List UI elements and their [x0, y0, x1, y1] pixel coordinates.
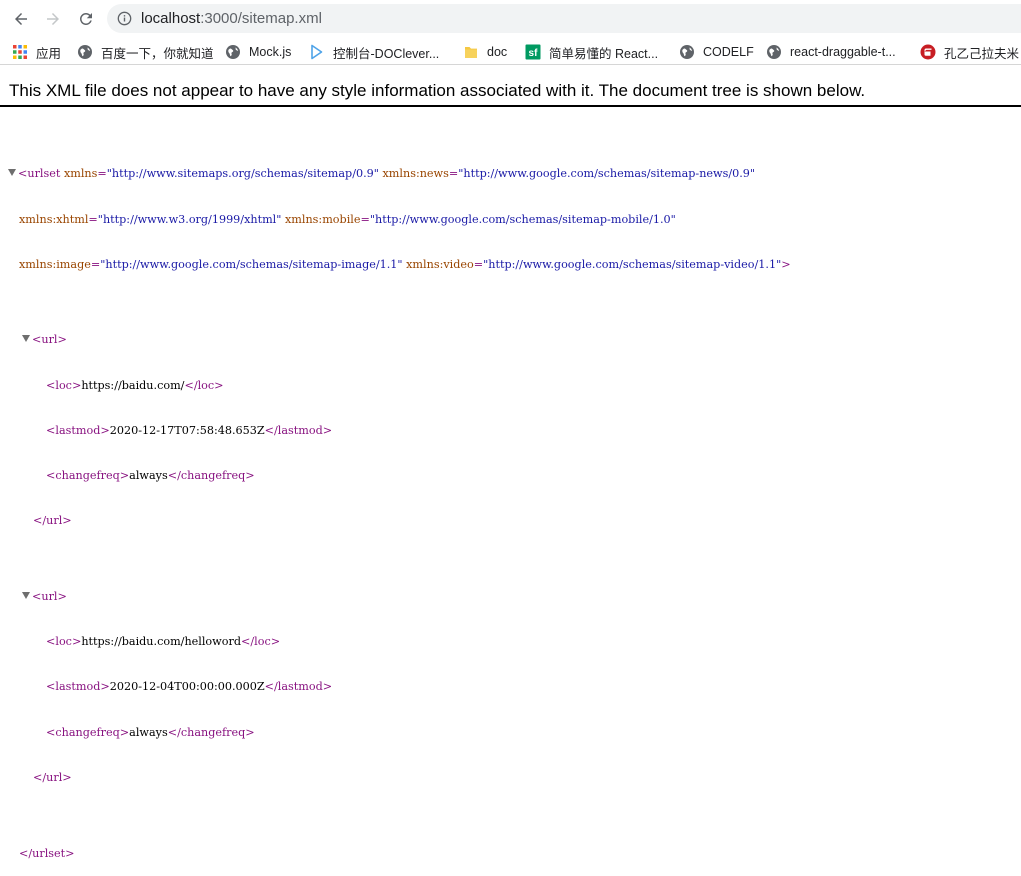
svg-text:sf: sf	[529, 48, 539, 59]
bookmark-react-draggable[interactable]: react-draggable-t...	[766, 42, 896, 62]
info-icon[interactable]	[117, 11, 132, 26]
url-close-line: </url>	[33, 771, 72, 785]
forward-button[interactable]	[41, 7, 65, 31]
xml-tag: <urlset	[18, 167, 61, 181]
xml-attr-value: "http://www.google.com/schemas/sitemap-n…	[458, 167, 756, 181]
xml-attr-value: "http://www.google.com/schemas/sitemap-v…	[483, 257, 782, 271]
loc-value: https://baidu.com/	[81, 378, 185, 392]
globe-icon	[766, 44, 782, 60]
browser-toolbar: localhost:3000/sitemap.xml	[0, 0, 1021, 38]
lastmod-value: 2020-12-04T00:00:00.000Z	[109, 680, 265, 694]
apps-grid-icon	[12, 44, 28, 60]
reload-icon	[79, 12, 92, 25]
bookmark-label: 应用	[36, 46, 62, 61]
url-close-line: </url>	[33, 514, 72, 528]
xml-attr: xmlns:news	[382, 167, 449, 181]
bookmark-react-article[interactable]: sf 简单易懂的 React...	[525, 42, 658, 62]
bookmark-apps[interactable]: 应用	[12, 42, 61, 62]
bookmark-label: react-draggable-t...	[790, 45, 896, 59]
bookmark-label: 孔乙己拉夫米	[944, 46, 1020, 61]
bookmark-doclever[interactable]: 控制台-DOClever...	[309, 42, 439, 62]
collapse-triangle-icon[interactable]	[22, 335, 30, 343]
bookmark-gitee[interactable]: 孔乙己拉夫米	[920, 42, 1019, 62]
changefreq-value: always	[129, 469, 168, 483]
bookmark-baidu[interactable]: 百度一下，你就知道	[77, 42, 214, 62]
bookmark-doc[interactable]: doc	[463, 42, 507, 62]
collapse-triangle-icon[interactable]	[22, 591, 30, 599]
xml-attr-value: "http://www.google.com/schemas/sitemap-i…	[100, 257, 403, 271]
bookmark-codelf[interactable]: CODELF	[679, 42, 754, 62]
xml-attr: xmlns	[63, 167, 98, 181]
lastmod-line: <lastmod>2020-12-04T00:00:00.000Z</lastm…	[46, 680, 333, 694]
urlset-open-line: <urlset xmlns="http://www.sitemaps.org/s…	[0, 166, 1021, 181]
xml-attr-value: "http://www.google.com/schemas/sitemap-m…	[369, 212, 676, 226]
bookmarks-bar: 应用 百度一下，你就知道 Mock.js 控制台-DOClever... doc…	[0, 38, 1021, 65]
url-open-line: <url>	[0, 332, 1021, 347]
back-button[interactable]	[9, 7, 33, 31]
gitee-icon	[920, 44, 936, 60]
doclever-icon	[309, 44, 325, 60]
arrow-left-icon	[15, 13, 27, 25]
url-text[interactable]: localhost:3000/sitemap.xml	[141, 9, 322, 28]
xml-attr: xmlns:image	[19, 257, 91, 271]
changefreq-line: <changefreq>always</changefreq>	[46, 469, 255, 483]
xml-attr-value: "http://www.sitemaps.org/schemas/sitemap…	[106, 167, 379, 181]
arrow-right-icon	[47, 13, 59, 25]
urlset-close-line: </urlset>	[19, 846, 75, 860]
loc-line: <loc>https://baidu.com/helloword</loc>	[46, 635, 281, 649]
urlset-attrs-line: xmlns:xhtml="http://www.w3.org/1999/xhtm…	[19, 212, 676, 226]
xml-tag: <url>	[32, 589, 67, 603]
bookmark-label: 百度一下，你就知道	[101, 46, 214, 61]
address-bar[interactable]: localhost:3000/sitemap.xml	[107, 4, 1021, 33]
globe-icon	[225, 44, 241, 60]
xml-attr: xmlns:mobile	[284, 212, 361, 226]
changefreq-value: always	[129, 725, 168, 739]
lastmod-line: <lastmod>2020-12-17T07:58:48.653Z</lastm…	[46, 423, 333, 437]
lastmod-value: 2020-12-17T07:58:48.653Z	[109, 423, 265, 437]
segmentfault-icon: sf	[525, 44, 541, 60]
bookmark-label: 简单易懂的 React...	[549, 46, 659, 61]
reload-button[interactable]	[74, 7, 98, 31]
xml-attr: xmlns:xhtml	[19, 212, 89, 226]
bookmark-label: Mock.js	[249, 45, 292, 59]
bookmark-label: CODELF	[703, 45, 754, 59]
globe-icon	[679, 44, 695, 60]
collapse-triangle-icon[interactable]	[8, 169, 16, 177]
urlset-attrs-line: xmlns:image="http://www.google.com/schem…	[19, 257, 791, 271]
url-open-line: <url>	[0, 589, 1021, 604]
xml-notice-text: This XML file does not appear to have an…	[9, 81, 866, 100]
loc-line: <loc>https://baidu.com/</loc>	[46, 378, 224, 392]
bookmark-mockjs[interactable]: Mock.js	[225, 42, 291, 62]
loc-value: https://baidu.com/helloword	[81, 635, 241, 649]
xml-attr-value: "http://www.w3.org/1999/xhtml"	[97, 212, 282, 226]
xml-style-notice: This XML file does not appear to have an…	[0, 66, 1021, 107]
url-host: localhost	[141, 10, 201, 27]
globe-icon	[77, 44, 93, 60]
url-path: :3000/sitemap.xml	[200, 10, 322, 27]
bookmark-label: doc	[487, 45, 508, 59]
xml-tag: <url>	[32, 333, 67, 347]
changefreq-line: <changefreq>always</changefreq>	[46, 725, 255, 739]
bookmark-label: 控制台-DOClever...	[333, 46, 440, 61]
xml-document-tree: <urlset xmlns="http://www.sitemaps.org/s…	[0, 121, 1021, 876]
folder-icon	[463, 44, 479, 60]
xml-attr: xmlns:video	[406, 257, 474, 271]
